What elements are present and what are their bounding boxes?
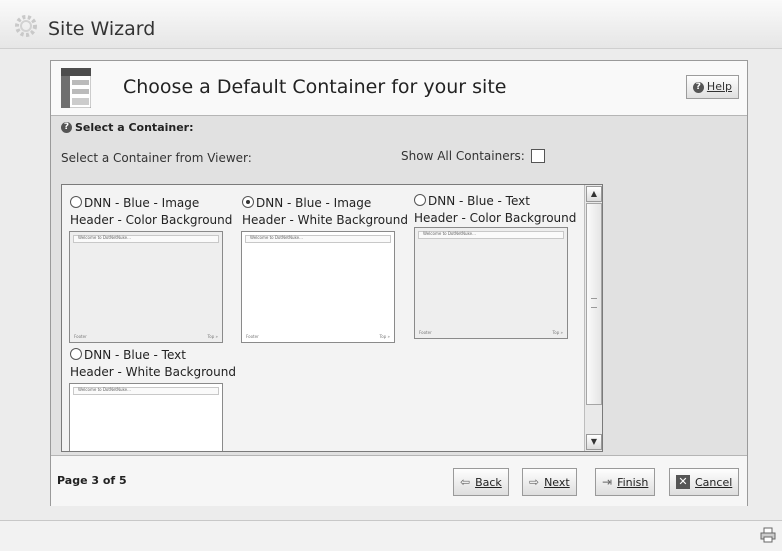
- container-radio[interactable]: [414, 194, 426, 206]
- thumb-footer-right: Top »: [207, 334, 218, 339]
- help-button[interactable]: ? Help: [685, 75, 739, 99]
- finish-button[interactable]: ⇥ Finish: [595, 468, 656, 496]
- thumb-footer-left: Footer: [419, 330, 432, 335]
- help-icon: ?: [692, 81, 704, 93]
- container-radio[interactable]: [70, 348, 82, 360]
- thumb-header-text: Welcome to DotNetNuke...: [250, 235, 303, 240]
- show-all-option: Show All Containers:: [401, 149, 545, 163]
- help-label: Help: [706, 80, 732, 93]
- container-thumbnail[interactable]: Welcome to DotNetNuke... Footer Top »: [241, 231, 395, 343]
- show-all-label: Show All Containers:: [401, 149, 525, 163]
- container-name-line1: DNN - Blue - Text: [84, 348, 186, 362]
- thumb-header-text: Welcome to DotNetNuke...: [78, 387, 131, 392]
- status-bar: [0, 520, 782, 551]
- container-logo-icon: [61, 68, 91, 108]
- app-header: Site Wizard: [0, 0, 782, 49]
- thumb-footer-left: Footer: [246, 334, 259, 339]
- container-radio[interactable]: [70, 196, 82, 208]
- back-label: Back: [475, 475, 502, 489]
- container-name-line1: DNN - Blue - Image: [84, 196, 200, 210]
- container-thumbnail[interactable]: Welcome to DotNetNuke... Footer Top »: [69, 231, 223, 343]
- page-indicator: Page 3 of 5: [57, 474, 127, 487]
- gear-icon: [15, 15, 37, 37]
- thumb-footer-right: Top »: [379, 334, 390, 339]
- container-thumbnail[interactable]: Welcome to DotNetNuke... Footer Top »: [414, 227, 568, 339]
- section-title-label: Select a Container:: [75, 121, 194, 134]
- select-label: Select a Container from Viewer:: [61, 151, 252, 165]
- wizard-panel: Choose a Default Container for your site…: [50, 60, 748, 506]
- container-name-line1: DNN - Blue - Image: [256, 196, 372, 210]
- container-name-line2: Header - Color Background: [70, 213, 233, 227]
- container-name-line2: Header - Color Background: [414, 211, 577, 225]
- container-viewer[interactable]: DNN - Blue - Image Header - Color Backgr…: [61, 184, 603, 452]
- next-arrow-icon: ⇨: [529, 475, 540, 489]
- container-name-line2: Header - White Background: [70, 365, 236, 379]
- container-option[interactable]: DNN - Blue - Text Header - White Backgro…: [70, 347, 245, 381]
- next-label: Next: [544, 475, 570, 489]
- print-icon[interactable]: [760, 527, 776, 543]
- scrollbar-thumb[interactable]: [586, 203, 602, 405]
- next-button[interactable]: ⇨ Next: [522, 468, 577, 496]
- help-icon[interactable]: ?: [61, 122, 72, 133]
- container-radio[interactable]: [242, 196, 254, 208]
- wizard-title: Choose a Default Container for your site: [123, 76, 507, 98]
- finish-label: Finish: [617, 475, 649, 489]
- back-arrow-icon: ⇦: [460, 475, 471, 489]
- wizard-header: Choose a Default Container for your site…: [51, 61, 747, 116]
- finish-arrow-icon: ⇥: [602, 475, 613, 489]
- cancel-button[interactable]: ✕ Cancel: [669, 468, 740, 496]
- show-all-checkbox[interactable]: [530, 149, 545, 163]
- thumb-footer-left: Footer: [74, 334, 87, 339]
- scroll-up-button[interactable]: ▲: [586, 186, 602, 202]
- section-title: ? Select a Container:: [61, 121, 194, 134]
- app-title: Site Wizard: [48, 18, 156, 40]
- container-name-line1: DNN - Blue - Text: [428, 194, 530, 208]
- wizard-footer: Page 3 of 5 ⇦ Back ⇨ Next ⇥ Finish ✕ Can…: [51, 455, 747, 506]
- cancel-icon: ✕: [676, 475, 690, 489]
- back-button[interactable]: ⇦ Back: [453, 468, 509, 496]
- cancel-label: Cancel: [695, 475, 733, 489]
- thumb-header-text: Welcome to DotNetNuke...: [78, 235, 131, 240]
- container-option[interactable]: DNN - Blue - Image Header - Color Backgr…: [70, 195, 245, 229]
- thumb-footer-right: Top »: [552, 330, 563, 335]
- container-option[interactable]: DNN - Blue - Image Header - White Backgr…: [242, 195, 417, 229]
- container-thumbnail[interactable]: Welcome to DotNetNuke...: [69, 383, 223, 451]
- container-name-line2: Header - White Background: [242, 213, 408, 227]
- container-option[interactable]: DNN - Blue - Text Header - Color Backgro…: [414, 193, 589, 227]
- thumb-header-text: Welcome to DotNetNuke...: [423, 231, 476, 236]
- scroll-down-button[interactable]: ▼: [586, 434, 602, 450]
- viewer-scrollbar[interactable]: ▲ ▼: [584, 185, 602, 451]
